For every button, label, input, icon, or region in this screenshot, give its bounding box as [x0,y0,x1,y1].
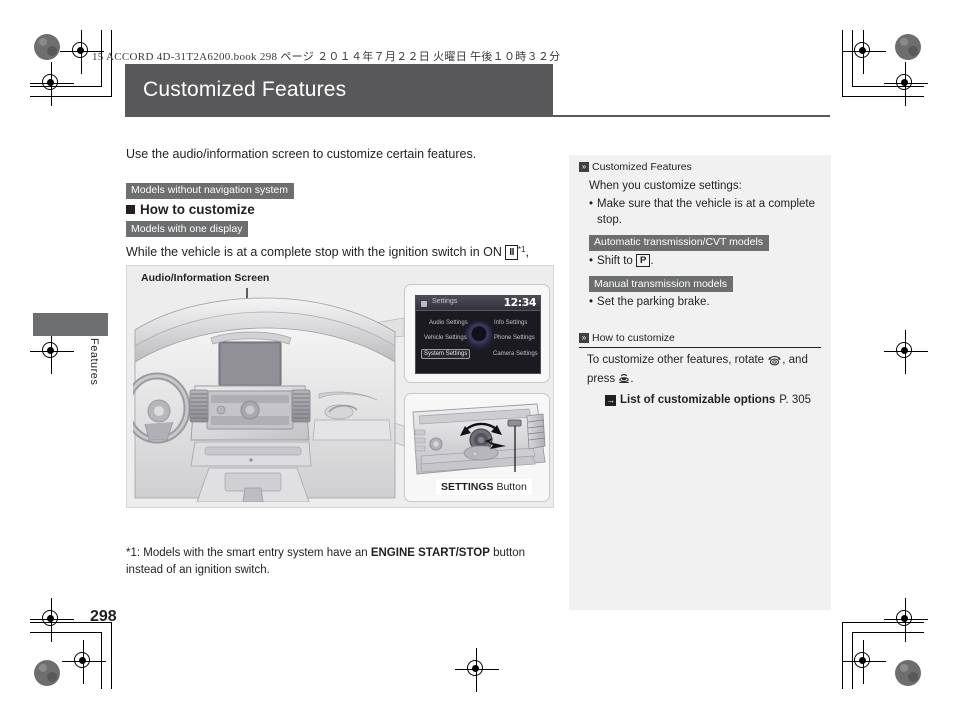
color-registration-patch-top-left [34,34,60,60]
sidenote-heading-1-text: Customized Features [592,161,692,173]
color-registration-patch-top-right [895,34,921,60]
sidenote-bullet-parking-brake: • Set the parking brake. [589,294,821,310]
sidenote-customize-text: To customize other features, rotate , an… [587,352,821,390]
sidenote-bullet-complete-stop: • Make sure that the vehicle is at a com… [589,196,821,228]
sidenote-heading-how-to-customize: » How to customize [579,332,821,344]
crop-line-top-right-h2 [842,96,924,97]
badge-models-without-navigation: Models without navigation system [126,182,294,199]
settings-screen-icon [421,300,427,307]
title-underline-rule [125,115,830,117]
bullet-dot-icon: • [589,254,594,267]
illustration-panel: Audio/Information Screen Settings 12:34 … [126,265,554,508]
settings-button-caption-rest: Button [496,481,527,493]
footnote-text-before: Models with the smart entry system have … [143,547,368,559]
sidenote-heading-2-text: How to customize [592,332,675,344]
sidenote-body-2: To customize other features, rotate , an… [579,352,821,408]
instruction-text-1: While the vehicle is at a complete stop … [126,245,502,259]
screen-title: Settings [432,298,458,305]
crop-line-top-left-h [30,86,102,87]
double-chevron-icon: » [579,333,589,343]
color-registration-patch-bottom-right [895,660,921,686]
settings-button-caption: SETTINGS Button [436,479,532,495]
audio-panel-closeup-illustration [412,403,546,475]
screen-item-system-settings[interactable]: System Settings [421,349,471,359]
crop-line-bottom-left-h [30,632,102,633]
sidenote-bullet-2: Shift to P. [597,253,654,269]
crop-line-top-right-v [852,30,853,87]
settings-button-callout-box: SETTINGS Button [404,393,550,502]
dashboard-illustration [133,297,396,502]
sidenote-text-before: To customize other features, rotate [587,354,765,366]
badge-models-one-display: Models with one display [126,221,249,237]
crop-line-top-right-v2 [842,30,843,97]
crop-line-bottom-right-h2 [842,622,924,623]
crop-line-bottom-left-v [101,632,102,689]
screen-item-vehicle-settings[interactable]: Vehicle Settings [424,335,467,341]
sidenote-body-1: When you customize settings: • Make sure… [579,178,821,310]
press-knob-icon [618,373,630,390]
screen-item-camera-settings[interactable]: Camera Settings [493,351,538,357]
crop-line-bottom-left-v2 [111,622,112,689]
sidenote-bullet-1-text: Make sure that the vehicle is at a compl… [597,198,816,226]
screen-clock: 12:34 [503,296,536,309]
screen-item-info-settings[interactable]: Info Settings [494,320,527,326]
sidenote-bullet-shift-to-p: • Shift to P. [589,253,821,269]
chapter-side-label: Features [88,338,100,386]
chapter-thumb-tab [33,313,108,336]
footnote-marker-label: *1: [126,547,141,559]
crop-line-bottom-right-v [852,632,853,689]
section-heading: How to customize [140,201,255,217]
cross-reference-page: P. 305 [779,394,812,406]
sidenote-bullet-3-text: Set the parking brake. [597,296,710,308]
sidenote-text-end: . [630,373,634,385]
page-title: Customized Features [143,78,347,101]
page-number: 298 [90,608,117,625]
crop-line-bottom-right-h [852,632,924,633]
crop-line-bottom-right-v2 [842,622,843,689]
page-title-bar: Customized Features [125,64,553,116]
double-chevron-icon: » [579,162,589,172]
illustration-caption: Audio/Information Screen [141,272,270,284]
book-info-line: 15 ACCORD 4D-31T2A6200.book 298 ページ ２０１４… [92,51,561,63]
screen-callout-box: Settings 12:34 Audio Settings Info Setti… [404,284,550,383]
sidenote-divider-rule [579,347,821,348]
screen-item-phone-settings[interactable]: Phone Settings [494,335,535,341]
cross-reference-title: List of customizable options [620,394,776,406]
sidenote-intro: When you customize settings: [589,180,742,192]
bullet-dot-icon: • [589,198,594,210]
park-position-key: P [636,253,651,267]
badge-manual-transmission-models: Manual transmission models [589,276,734,292]
square-bullet-icon [126,204,135,214]
badge-automatic-cvt-models: Automatic transmission/CVT models [589,234,770,251]
audio-information-screen: Settings 12:34 Audio Settings Info Setti… [415,295,541,374]
screen-item-audio-settings[interactable]: Audio Settings [429,320,468,326]
footnote-block: *1: Models with the smart entry system h… [126,545,556,579]
reference-arrow-icon: → [605,394,616,406]
bullet-dot-icon: • [589,296,594,308]
section-heading-row: How to customize [126,202,556,217]
lead-paragraph: Use the audio/information screen to cust… [126,147,477,161]
sidenote-bullet-2-after: . [650,254,654,267]
crop-line-top-right-h [852,86,924,87]
crop-line-top-left-h2 [30,96,112,97]
footnote-bold-term: ENGINE START/STOP [370,547,490,559]
cross-reference-link[interactable]: → List of customizable options P. 305 [587,392,821,408]
side-note-panel: » Customized Features When you customize… [569,155,831,610]
screen-center-knob-graphic [466,322,492,348]
color-registration-patch-bottom-left [34,660,60,686]
sidenote-heading-customized-features: » Customized Features [579,161,821,173]
main-content-column: Use the audio/information screen to cust… [126,146,556,284]
rotate-knob-icon [767,354,782,371]
ignition-position-key: II [505,245,518,260]
settings-button-caption-bold: SETTINGS [441,481,494,493]
sidenote-bullet-2-before: Shift to [597,254,633,267]
